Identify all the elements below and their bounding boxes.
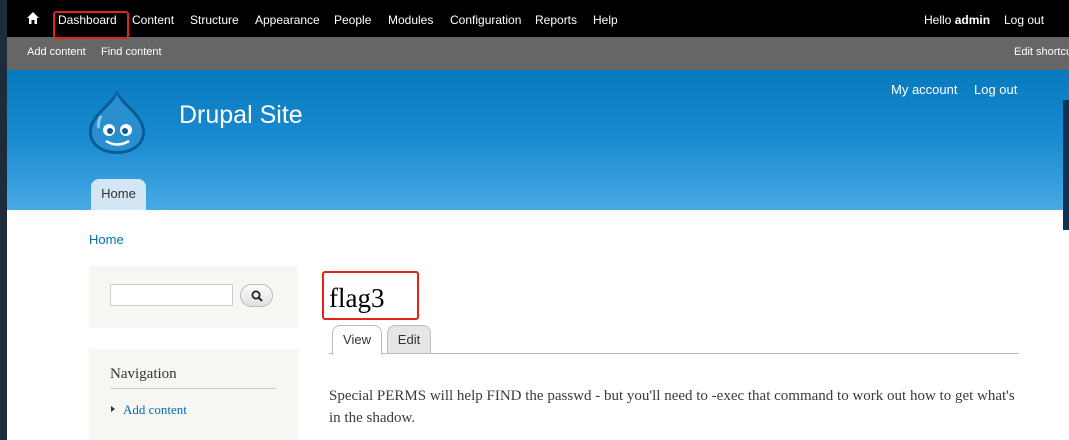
navigation-block: Navigation Add content xyxy=(89,349,298,440)
shortcut-add-content[interactable]: Add content xyxy=(27,37,86,70)
shortcuts-bar: Add content Find content Edit shortcuts xyxy=(7,37,1069,70)
toolbar-item-help[interactable]: Help xyxy=(593,0,618,37)
nav-item-add-content[interactable]: Add content xyxy=(123,402,187,418)
search-icon xyxy=(251,290,263,302)
breadcrumb-home[interactable]: Home xyxy=(89,232,124,247)
window-edge xyxy=(1063,100,1069,230)
site-name[interactable]: Drupal Site xyxy=(179,101,303,130)
edit-shortcuts-link[interactable]: Edit shortcuts xyxy=(1014,37,1069,70)
admin-toolbar: Dashboard Content Structure Appearance P… xyxy=(7,0,1069,37)
search-block xyxy=(89,266,298,328)
home-icon[interactable] xyxy=(26,11,40,25)
toolbar-item-structure[interactable]: Structure xyxy=(190,0,239,37)
username[interactable]: admin xyxy=(955,13,990,27)
navigation-divider xyxy=(110,388,277,389)
title-highlight-box xyxy=(322,271,419,320)
tab-edit[interactable]: Edit xyxy=(387,325,431,353)
drupal-logo-icon[interactable] xyxy=(87,88,147,156)
toolbar-item-appearance[interactable]: Appearance xyxy=(255,0,320,37)
dashboard-highlight-box xyxy=(53,11,129,39)
bullet-icon xyxy=(111,406,115,412)
shortcut-find-content[interactable]: Find content xyxy=(101,37,162,70)
toolbar-item-content[interactable]: Content xyxy=(132,0,174,37)
greeting-prefix: Hello xyxy=(924,13,955,27)
navigation-title: Navigation xyxy=(110,366,177,382)
toolbar-logout-link[interactable]: Log out xyxy=(1004,0,1044,37)
toolbar-greeting: Hello admin xyxy=(924,0,990,37)
tab-view[interactable]: View xyxy=(332,325,382,355)
toolbar-item-modules[interactable]: Modules xyxy=(388,0,433,37)
toolbar-item-configuration[interactable]: Configuration xyxy=(450,0,521,37)
search-button[interactable] xyxy=(240,284,273,307)
browser-page: Dashboard Content Structure Appearance P… xyxy=(7,0,1069,440)
my-account-link[interactable]: My account xyxy=(891,82,957,97)
search-input[interactable] xyxy=(110,284,233,306)
node-body: Special PERMS will help FIND the passwd … xyxy=(329,388,1015,426)
toolbar-item-reports[interactable]: Reports xyxy=(535,0,577,37)
toolbar-item-people[interactable]: People xyxy=(334,0,371,37)
tabs-divider xyxy=(329,353,1019,354)
header-logout-link[interactable]: Log out xyxy=(974,82,1017,97)
site-header: Drupal Site My account Log out Home xyxy=(7,70,1069,210)
main-menu-home-tab[interactable]: Home xyxy=(91,179,146,210)
